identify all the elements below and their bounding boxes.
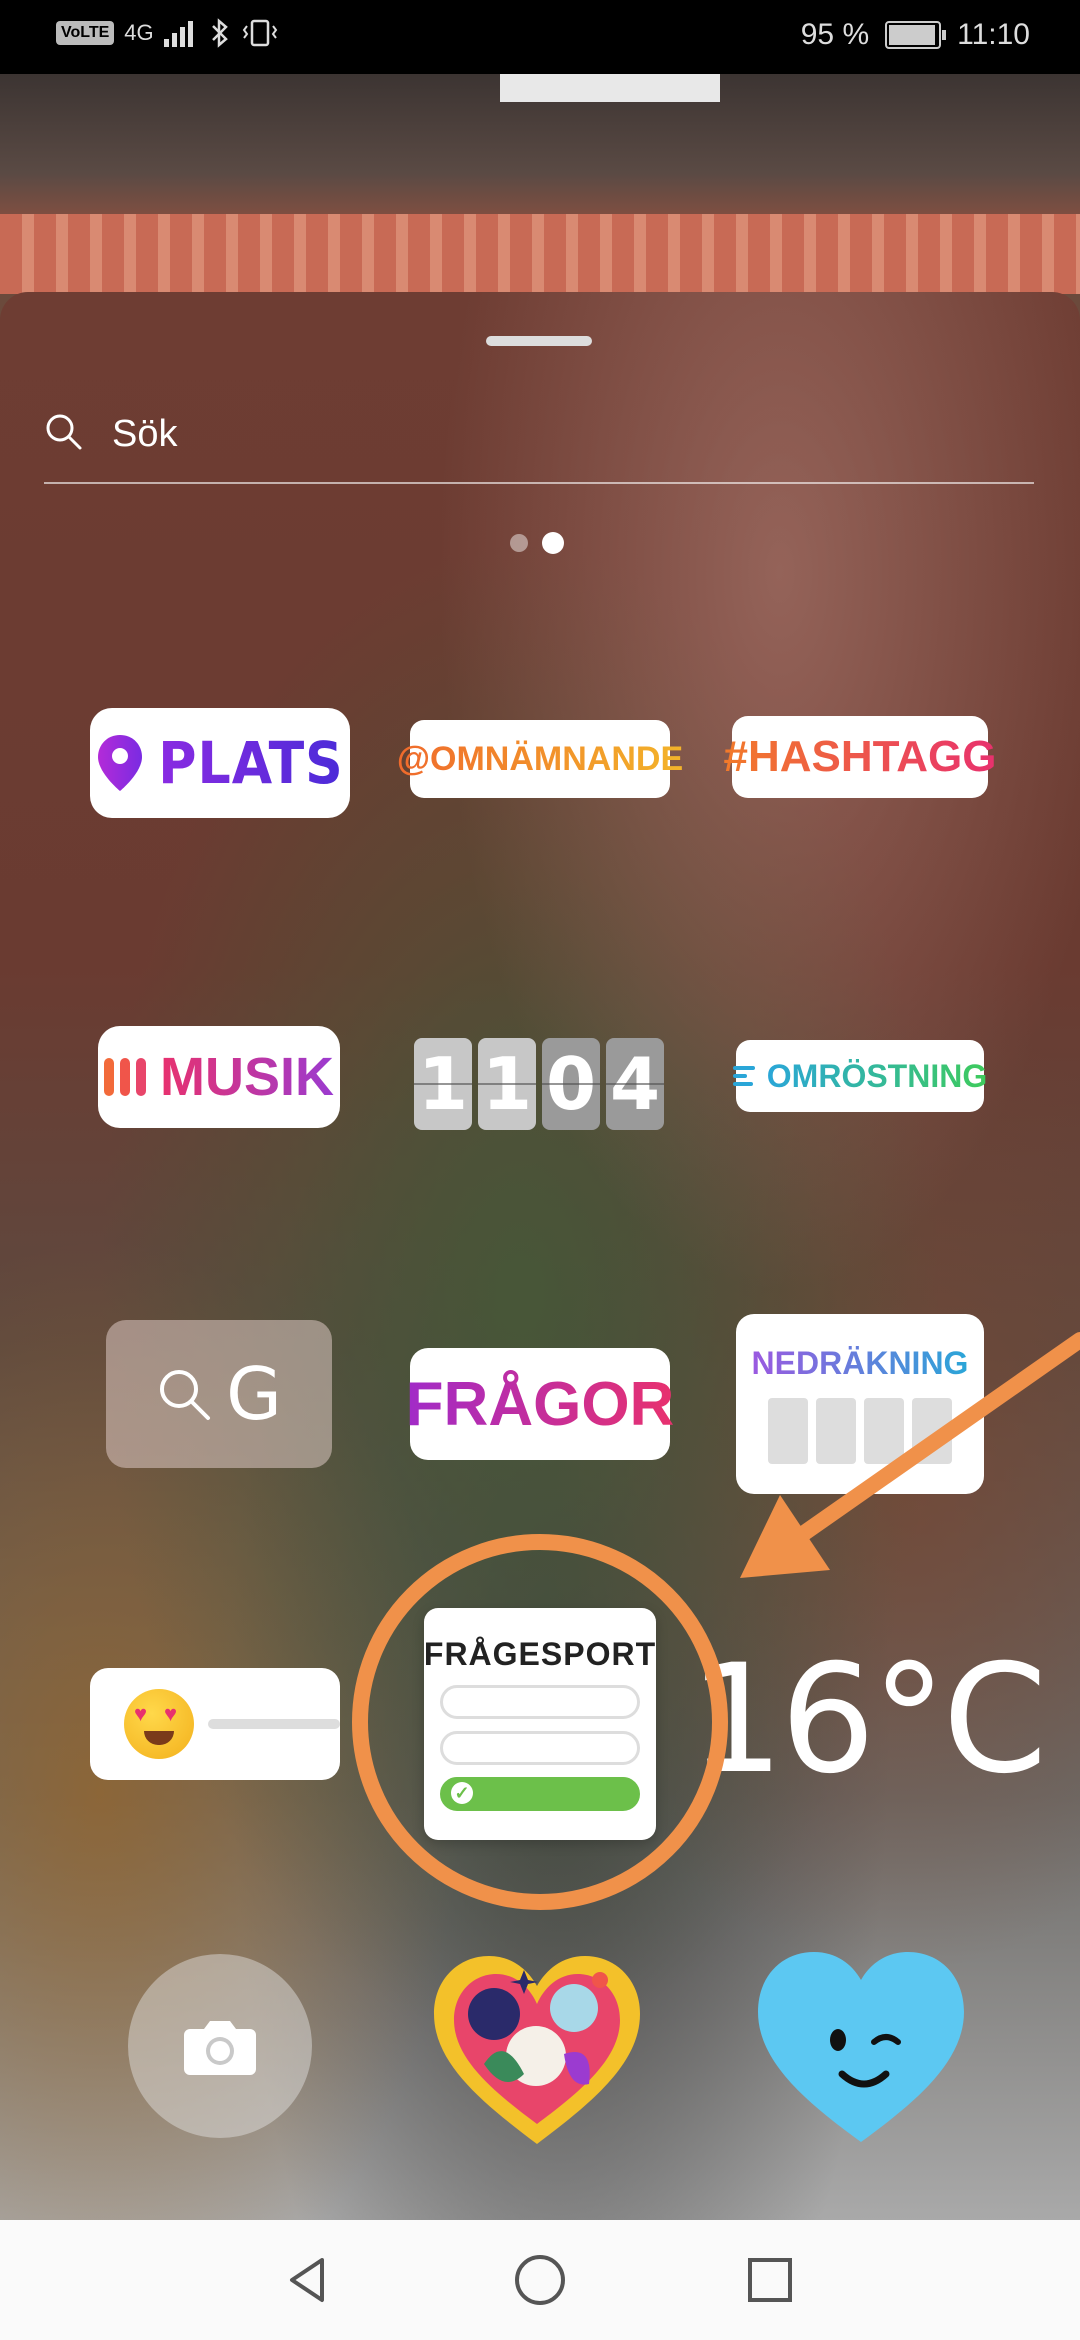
system-nav-bar <box>0 2220 1080 2340</box>
clock: 11:10 <box>957 18 1030 51</box>
sticker-temperature-label: 16°C <box>688 1633 1048 1807</box>
clock-digit: 1 <box>478 1038 536 1130</box>
quiz-option <box>440 1731 640 1765</box>
network-label: 4G <box>124 20 154 45</box>
page-indicator <box>510 532 564 554</box>
ceiling-light <box>500 74 720 102</box>
camera-sticker-button[interactable] <box>128 1954 312 2138</box>
poll-lines-icon <box>732 1066 755 1086</box>
sheet-handle[interactable] <box>486 336 592 346</box>
sticker-quiz[interactable]: FRÅGESPORT <box>424 1608 656 1840</box>
status-bar: VoLTE 4G 95 % 11:10 <box>0 0 1080 74</box>
sticker-hashtag-label: #HASHTAGG <box>723 732 997 781</box>
countdown-boxes <box>768 1397 952 1464</box>
decorative-heart-sticker[interactable] <box>424 1944 650 2154</box>
camera-icon <box>184 2021 256 2075</box>
status-left: VoLTE 4G <box>56 18 280 48</box>
sticker-poll-label: OMRÖSTNING <box>766 1057 988 1094</box>
sticker-temperature[interactable]: 16°C <box>689 1633 1048 1807</box>
sticker-countdown-label: NEDRÄKNING <box>751 1344 969 1381</box>
clock-digit: 4 <box>606 1038 664 1130</box>
quiz-option <box>440 1685 640 1719</box>
heart-eyes-emoji-icon: ♥ ♥ <box>124 1689 194 1759</box>
sticker-time[interactable]: 1 1 0 4 <box>410 1038 668 1130</box>
quiz-option-correct <box>440 1777 640 1811</box>
back-triangle-icon <box>290 2258 324 2302</box>
battery-icon <box>885 21 947 49</box>
location-pin-icon <box>98 735 143 791</box>
recents-button[interactable] <box>740 2250 800 2310</box>
sticker-mention[interactable]: @OMNÄMNANDE <box>397 720 683 798</box>
vibrate-icon <box>242 19 277 47</box>
sticker-music[interactable]: MUSIK <box>98 1026 340 1128</box>
volte-badge: VoLTE <box>56 21 115 45</box>
winking-blue-heart-sticker[interactable] <box>752 1946 970 2146</box>
home-button[interactable] <box>510 2250 570 2310</box>
sticker-gif-search[interactable]: G <box>106 1320 332 1468</box>
clock-digit: 1 <box>414 1038 472 1130</box>
battery-percent: 95 % <box>800 18 870 51</box>
search-icon <box>46 414 82 450</box>
search-bar[interactable] <box>44 392 1034 484</box>
sticker-poll[interactable]: OMRÖSTNING <box>732 1040 988 1112</box>
sticker-emoji-slider[interactable]: ♥ ♥ <box>90 1668 340 1780</box>
sticker-quiz-label: FRÅGESPORT <box>423 1636 657 1672</box>
sticker-mention-label: @OMNÄMNANDE <box>396 739 684 778</box>
camera-preview <box>0 74 1080 294</box>
sticker-countdown[interactable]: NEDRÄKNING <box>736 1314 984 1494</box>
page-dot-1[interactable] <box>510 534 528 552</box>
page-dot-2[interactable] <box>542 532 564 554</box>
slider-track <box>208 1719 340 1729</box>
sticker-music-label: MUSIK <box>160 1047 334 1107</box>
sticker-sheet <box>0 292 1080 2220</box>
bluetooth-icon <box>211 18 228 48</box>
back-button[interactable] <box>278 2250 338 2310</box>
sticker-gif-label: G <box>226 1352 282 1436</box>
recents-square-icon <box>748 2258 792 2302</box>
sticker-location-label: PLATS <box>158 729 344 797</box>
sticker-questions-label: FRÅGOR <box>405 1369 675 1439</box>
home-circle-icon <box>515 2255 565 2305</box>
sticker-hashtag[interactable]: #HASHTAGG <box>724 716 997 798</box>
search-icon <box>160 1370 211 1420</box>
curtain <box>0 214 1080 294</box>
signal-icon <box>163 21 193 47</box>
sticker-location[interactable]: PLATS <box>90 708 350 818</box>
sticker-questions[interactable]: FRÅGOR <box>406 1348 674 1460</box>
status-right: 95 % 11:10 <box>801 18 1030 52</box>
music-bars-icon <box>104 1058 146 1096</box>
search-input[interactable] <box>110 412 1014 457</box>
clock-digit: 0 <box>542 1038 600 1130</box>
